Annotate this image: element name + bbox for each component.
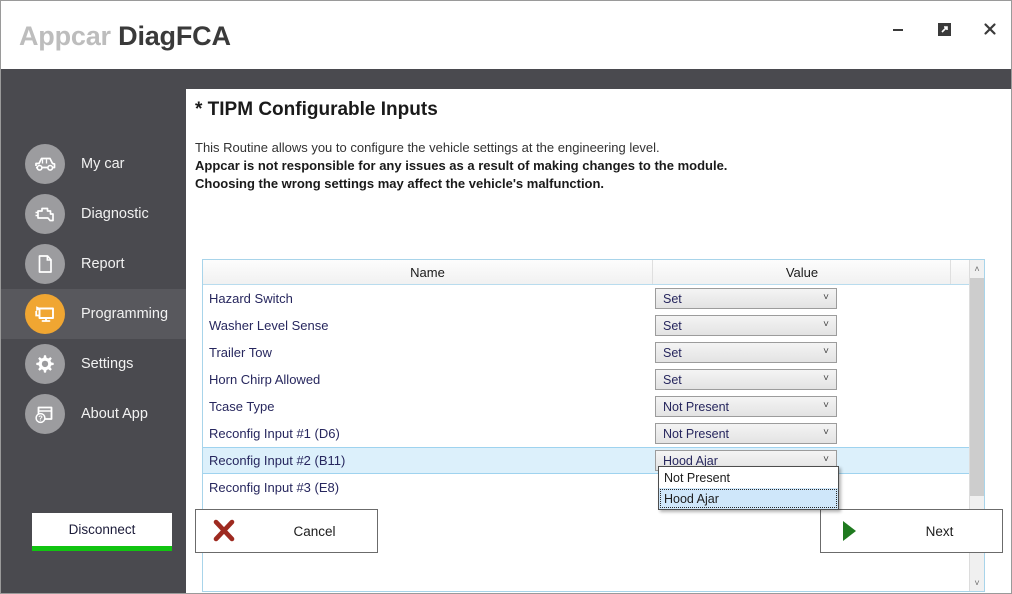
table-row[interactable]: Reconfig Input #1 (D6) Not Present ˅ — [203, 420, 969, 447]
car-icon — [25, 144, 65, 184]
sidebar-item-my-car[interactable]: My car — [1, 139, 186, 189]
scroll-down-icon[interactable]: ˅ — [970, 574, 984, 591]
table-row[interactable]: Reconfig Input #3 (E8) — [203, 474, 969, 501]
chevron-down-icon: ˅ — [823, 292, 829, 303]
minimize-icon — [890, 21, 906, 37]
dropdown-option-highlighted[interactable]: Hood Ajar — [659, 488, 838, 509]
sidebar-item-about-app[interactable]: ? About App — [1, 389, 186, 439]
page-title: * TIPM Configurable Inputs — [195, 99, 438, 120]
cross-icon — [196, 516, 252, 546]
value-dropdown[interactable]: Set ˅ — [655, 288, 837, 309]
restore-icon — [936, 21, 953, 38]
chevron-down-icon: ˅ — [823, 319, 829, 330]
app-title-dark: DiagFCA — [118, 21, 231, 51]
main-content: * TIPM Configurable Inputs This Routine … — [186, 89, 1011, 593]
sidebar-item-report[interactable]: Report — [1, 239, 186, 289]
app-title-light: Appcar — [19, 21, 111, 51]
value-dropdown-text: Set — [663, 291, 682, 306]
description-line-3: Choosing the wrong settings may affect t… — [195, 176, 605, 191]
value-dropdown-popup[interactable]: Not Present Hood Ajar — [658, 466, 839, 510]
value-dropdown[interactable]: Set ˅ — [655, 315, 837, 336]
scroll-up-icon[interactable]: ˄ — [970, 260, 984, 277]
close-button[interactable] — [967, 9, 1011, 49]
table-header: Name Value — [203, 260, 984, 285]
sidebar-item-programming[interactable]: Programming — [1, 289, 186, 339]
sidebar-item-label: My car — [81, 156, 125, 172]
row-name: Horn Chirp Allowed — [209, 372, 321, 387]
cancel-button-label: Cancel — [293, 523, 336, 539]
description-block: This Routine allows you to configure the… — [195, 139, 727, 193]
table-body: Hazard Switch Set ˅ Washer Level Sense S… — [203, 285, 969, 501]
chevron-down-icon: ˅ — [823, 373, 829, 384]
sidebar-item-label: Report — [81, 256, 125, 272]
table-row[interactable]: Washer Level Sense Set ˅ — [203, 312, 969, 339]
next-button-label: Next — [925, 523, 954, 539]
value-dropdown[interactable]: Set ˅ — [655, 369, 837, 390]
disconnect-button[interactable]: Disconnect — [32, 513, 172, 551]
description-line-1: This Routine allows you to configure the… — [195, 140, 660, 155]
value-dropdown-text: Not Present — [663, 399, 730, 414]
svg-text:?: ? — [38, 414, 43, 423]
value-dropdown-text: Set — [663, 345, 682, 360]
table-row[interactable]: Horn Chirp Allowed Set ˅ — [203, 366, 969, 393]
sidebar-item-settings[interactable]: Settings — [1, 339, 186, 389]
restore-button[interactable] — [921, 9, 967, 49]
document-icon — [25, 244, 65, 284]
next-button[interactable]: Next — [820, 509, 1003, 553]
cancel-button[interactable]: Cancel — [195, 509, 378, 553]
value-dropdown[interactable]: Not Present ˅ — [655, 396, 837, 417]
value-dropdown[interactable]: Not Present ˅ — [655, 423, 837, 444]
engine-icon — [25, 194, 65, 234]
row-name: Tcase Type — [209, 399, 275, 414]
sidebar-item-label: Programming — [81, 306, 169, 322]
sidebar-item-label: Settings — [81, 356, 134, 372]
value-dropdown[interactable]: Set ˅ — [655, 342, 837, 363]
row-name: Trailer Tow — [209, 345, 272, 360]
chevron-down-icon: ˅ — [823, 346, 829, 357]
row-name: Reconfig Input #1 (D6) — [209, 426, 340, 441]
sidebar-item-label: About App — [81, 406, 148, 422]
value-dropdown-text: Not Present — [663, 426, 730, 441]
gear-icon — [25, 344, 65, 384]
app-title: Appcar DiagFCA — [19, 21, 231, 52]
row-name: Reconfig Input #3 (E8) — [209, 480, 340, 495]
column-header-value[interactable]: Value — [654, 260, 951, 284]
table-row[interactable]: Hazard Switch Set ˅ — [203, 285, 969, 312]
window-help-icon: ? — [25, 394, 65, 434]
table-row-selected[interactable]: Reconfig Input #2 (B11) Hood Ajar ˅ — [203, 447, 969, 474]
row-name: Hazard Switch — [209, 291, 293, 306]
close-icon — [982, 21, 998, 37]
scrollbar-thumb[interactable] — [970, 278, 984, 496]
chevron-down-icon: ˅ — [823, 400, 829, 411]
monitor-play-icon — [25, 294, 65, 334]
sidebar-item-label: Diagnostic — [81, 206, 149, 222]
table-row[interactable]: Tcase Type Not Present ˅ — [203, 393, 969, 420]
play-arrow-icon — [821, 517, 877, 545]
column-header-name[interactable]: Name — [203, 260, 653, 284]
application-window: Appcar DiagFCA My car Diagnostic Report … — [0, 0, 1012, 594]
sidebar-item-diagnostic[interactable]: Diagnostic — [1, 189, 186, 239]
dropdown-option[interactable]: Not Present — [659, 467, 838, 488]
row-name: Washer Level Sense — [209, 318, 329, 333]
description-line-2: Appcar is not responsible for any issues… — [195, 158, 728, 173]
chevron-down-icon: ˅ — [823, 427, 829, 438]
value-dropdown-text: Set — [663, 372, 682, 387]
minimize-button[interactable] — [875, 9, 921, 49]
chevron-down-icon: ˅ — [823, 454, 829, 465]
value-dropdown-text: Set — [663, 318, 682, 333]
title-bar: Appcar DiagFCA — [1, 1, 1011, 69]
row-name: Reconfig Input #2 (B11) — [209, 453, 346, 468]
table-row[interactable]: Trailer Tow Set ˅ — [203, 339, 969, 366]
